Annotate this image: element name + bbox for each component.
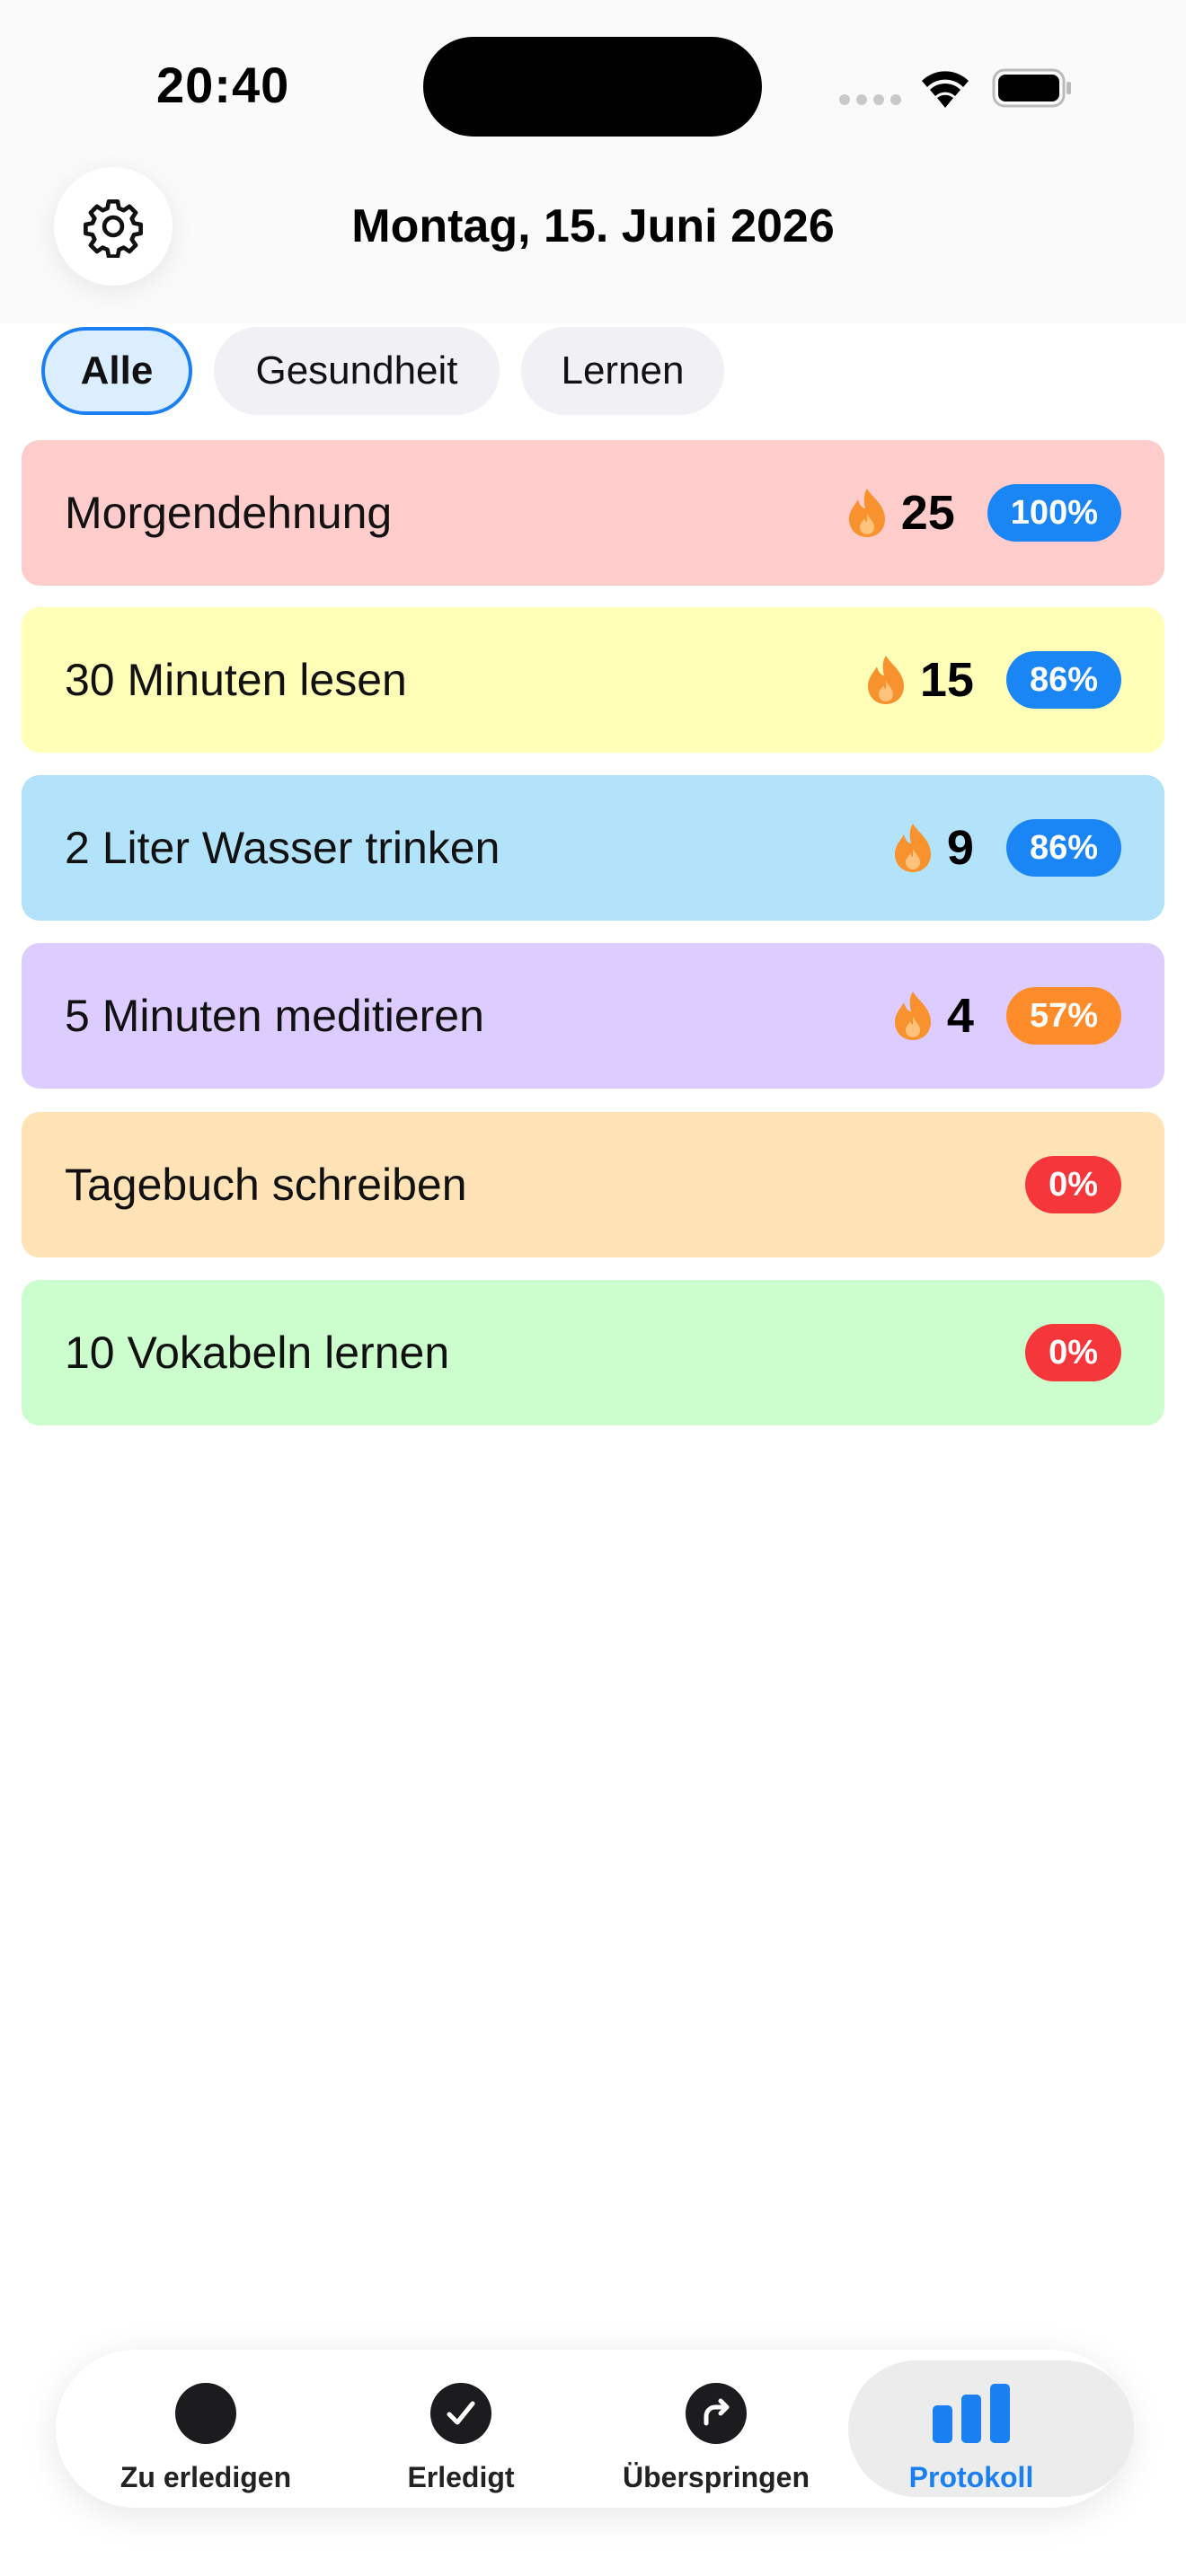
habit-card-5-minuten-meditieren[interactable]: 5 Minuten meditieren 4 57% xyxy=(22,943,1164,1089)
wifi-icon xyxy=(922,71,969,108)
completion-badge: 100% xyxy=(987,484,1121,542)
bar-chart-icon xyxy=(933,2384,1010,2443)
tab-label: Protokoll xyxy=(908,2461,1034,2493)
habit-card-30-minuten-lesen[interactable]: 30 Minuten lesen 15 86% xyxy=(22,607,1164,753)
completion-badge: 86% xyxy=(1005,651,1121,709)
tab-erledigt[interactable]: Erledigt xyxy=(349,2350,573,2508)
circle-icon xyxy=(175,2383,236,2444)
habit-name: 2 Liter Wasser trinken xyxy=(65,823,500,873)
streak-count: 4 xyxy=(946,989,974,1043)
flame-icon xyxy=(894,824,931,872)
page-title: Montag, 15. Juni 2026 xyxy=(351,200,835,252)
filter-chip-alle[interactable]: Alle xyxy=(41,327,192,415)
completion-badge: 86% xyxy=(1005,819,1121,877)
status-time: 20:40 xyxy=(156,57,290,113)
tab-label: Überspringen xyxy=(622,2461,810,2493)
habit-card-tagebuch-schreiben[interactable]: Tagebuch schreiben 0% xyxy=(22,1112,1164,1257)
dynamic-island xyxy=(423,37,762,137)
habit-card-2-liter-wasser[interactable]: 2 Liter Wasser trinken 9 86% xyxy=(22,775,1164,921)
completion-badge: 0% xyxy=(1025,1156,1121,1213)
skip-arrow-icon xyxy=(686,2383,747,2444)
gear-icon xyxy=(84,198,143,258)
filter-chip-gesundheit[interactable]: Gesundheit xyxy=(214,327,500,415)
filter-chip-lernen[interactable]: Lernen xyxy=(521,327,724,415)
completion-badge: 0% xyxy=(1025,1324,1121,1381)
streak-count: 25 xyxy=(900,486,955,540)
cellular-signal-icon xyxy=(839,94,902,105)
tab-bar: Zu erledigen Erledigt Überspringen Proto… xyxy=(56,2350,1134,2508)
habit-card-morgendehnung[interactable]: Morgendehnung 25 100% xyxy=(22,440,1164,586)
habit-name: 30 Minuten lesen xyxy=(65,655,407,705)
streak-count: 15 xyxy=(919,653,974,707)
habit-name: 5 Minuten meditieren xyxy=(65,991,484,1041)
flame-icon xyxy=(848,489,885,537)
tab-ueberspringen[interactable]: Überspringen xyxy=(604,2350,828,2508)
tab-label: Erledigt xyxy=(407,2461,515,2493)
habit-card-10-vokabeln-lernen[interactable]: 10 Vokabeln lernen 0% xyxy=(22,1280,1164,1425)
flame-icon xyxy=(867,656,904,704)
battery-icon xyxy=(992,68,1071,108)
settings-button[interactable] xyxy=(54,167,173,286)
completion-badge: 57% xyxy=(1005,987,1121,1045)
habit-name: Morgendehnung xyxy=(65,488,393,538)
habit-name: Tagebuch schreiben xyxy=(65,1160,467,1210)
habit-name: 10 Vokabeln lernen xyxy=(65,1328,450,1378)
tab-zu-erledigen[interactable]: Zu erledigen xyxy=(93,2350,318,2508)
checkmark-circle-icon xyxy=(430,2383,491,2444)
flame-icon xyxy=(894,992,931,1040)
tab-label: Zu erledigen xyxy=(119,2461,292,2493)
tab-protokoll[interactable]: Protokoll xyxy=(848,2350,1134,2508)
streak-count: 9 xyxy=(946,821,974,875)
